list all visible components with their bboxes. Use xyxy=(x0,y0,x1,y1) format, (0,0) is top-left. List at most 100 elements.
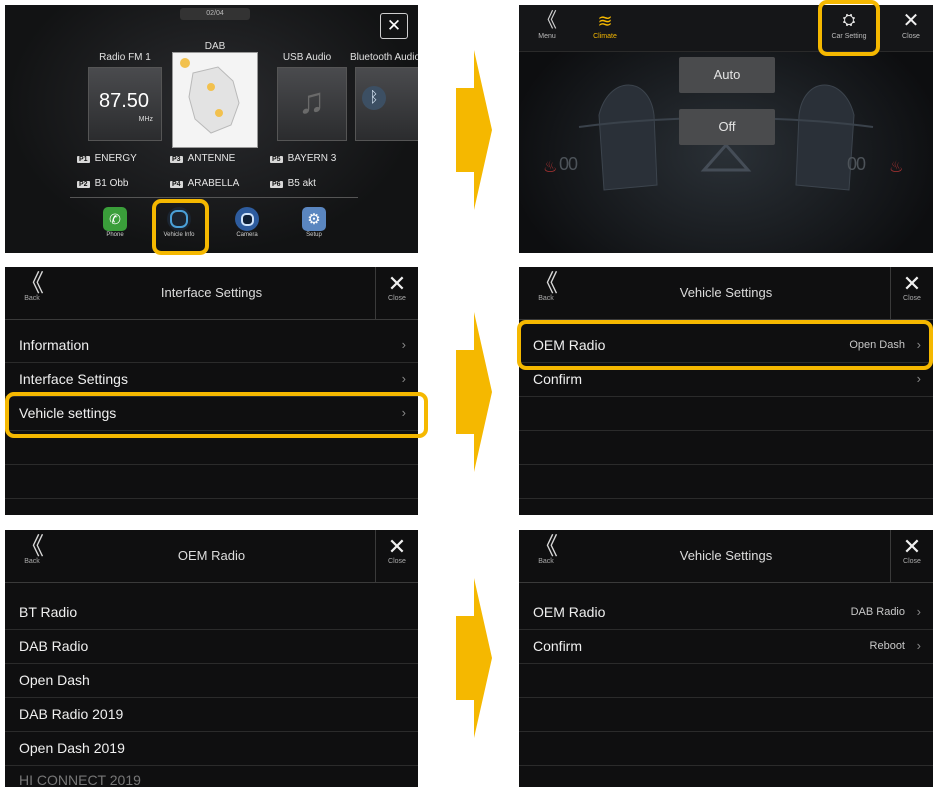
list-item-label: BT Radio xyxy=(19,604,78,620)
dock-divider xyxy=(70,197,358,198)
list-item-empty xyxy=(519,431,933,465)
list-item-open-dash-2019[interactable]: Open Dash 2019 xyxy=(5,732,418,766)
bavaria-map-icon xyxy=(180,58,240,134)
list-item-oem-radio[interactable]: OEM Radio DAB Radio › xyxy=(519,596,933,630)
chevron-right-icon: › xyxy=(916,604,921,619)
list-item-empty xyxy=(519,397,933,431)
interface-settings-screen: 《 Back Interface Settings ✕ Close Inform… xyxy=(5,267,418,515)
flow-arrow-right-icon xyxy=(456,312,492,472)
page-title: Interface Settings xyxy=(160,285,263,300)
auto-button[interactable]: Auto xyxy=(679,57,775,93)
list-item-label: OEM Radio xyxy=(533,604,606,620)
source-label-dab: DAB xyxy=(204,41,226,52)
double-chevron-left-icon: 《 xyxy=(20,533,44,560)
header: 《 Back OEM Radio ✕ Close xyxy=(5,530,418,583)
phone-icon: ✆ xyxy=(103,207,127,231)
list-item-label: Interface Settings xyxy=(19,371,128,387)
dock-camera-button[interactable]: Camera xyxy=(221,207,273,238)
list-item-empty xyxy=(519,698,933,732)
preset-number: P4 xyxy=(170,181,183,188)
double-chevron-left-icon: 《 xyxy=(534,270,558,297)
double-chevron-left-icon: 《 xyxy=(534,533,558,560)
chevron-right-icon: › xyxy=(916,371,921,386)
header: 《 Back Vehicle Settings ✕ Close xyxy=(519,267,933,320)
left-fan-level[interactable]: 00 xyxy=(559,154,578,175)
back-button[interactable]: 《 Back xyxy=(15,533,49,566)
list-item-information[interactable]: Information › xyxy=(5,329,418,363)
preset-number: P2 xyxy=(77,181,90,188)
list-item-value: DAB Radio xyxy=(850,606,905,618)
page-title: Vehicle Settings xyxy=(679,548,773,563)
list-item-open-dash[interactable]: Open Dash xyxy=(5,664,418,698)
preset-name: BAYERN 3 xyxy=(287,153,337,164)
back-button[interactable]: 《 Back xyxy=(15,270,49,303)
frequency-unit: MHz xyxy=(138,116,153,123)
oem-radio-screen: 《 Back OEM Radio ✕ Close BT Radio DAB Ra… xyxy=(5,530,418,787)
left-seat-heat-icon: ♨ xyxy=(543,159,558,176)
preset-name: B1 Obb xyxy=(94,178,129,189)
preset-p2[interactable]: P2 B1 Obb xyxy=(77,178,128,189)
list-item-label: DAB Radio 2019 xyxy=(19,706,124,722)
highlight-car-setting xyxy=(818,0,880,56)
list-item-label: Open Dash xyxy=(19,672,90,688)
right-fan-level[interactable]: 00 xyxy=(847,154,866,175)
preset-number: P3 xyxy=(170,156,183,163)
source-label-usb: USB Audio xyxy=(282,52,332,63)
close-button[interactable]: ✕ xyxy=(380,13,408,39)
bluetooth-audio-tile[interactable]: ᛒ xyxy=(355,67,418,141)
close-label: Close xyxy=(903,558,921,565)
preset-p4[interactable]: P4 ARABELLA xyxy=(170,178,239,189)
list-item-confirm[interactable]: Confirm Reboot › xyxy=(519,630,933,664)
preset-p5[interactable]: P5 BAYERN 3 xyxy=(270,153,336,164)
flow-arrow-right-icon xyxy=(456,578,492,738)
list-item-bt-radio[interactable]: BT Radio xyxy=(5,596,418,630)
list-item-empty xyxy=(519,465,933,499)
preset-p3[interactable]: P3 ANTENNE xyxy=(170,153,235,164)
home-screen: 02/04 ✕ Radio FM 1 DAB USB Audio Bluetoo… xyxy=(5,5,418,253)
header: 《 Back Interface Settings ✕ Close xyxy=(5,267,418,320)
list-item-label: Open Dash 2019 xyxy=(19,740,125,756)
dock-label: Phone xyxy=(106,232,124,238)
dock-setup-button[interactable]: ⚙ Setup xyxy=(288,207,340,238)
list-item-label: Information xyxy=(19,337,90,353)
close-button[interactable]: ✕ Close xyxy=(890,267,933,319)
list-item-value: Reboot xyxy=(869,640,905,652)
source-label-radio: Radio FM 1 xyxy=(99,52,151,63)
dab-map-tile[interactable] xyxy=(172,52,258,148)
list-item-label: Confirm xyxy=(533,371,583,387)
close-label: Close xyxy=(388,558,406,565)
off-button[interactable]: Off xyxy=(679,109,775,145)
usb-audio-tile[interactable]: ♫ xyxy=(277,67,347,141)
double-chevron-left-icon: 《 xyxy=(20,270,44,297)
page-title: OEM Radio xyxy=(177,548,246,563)
music-note-icon: ♫ xyxy=(298,80,325,121)
preset-p6[interactable]: P6 B5 akt xyxy=(270,178,316,189)
list-item-label: DAB Radio xyxy=(19,638,89,654)
list-item-hi-connect-2019[interactable]: HI CONNECT 2019 xyxy=(5,766,418,787)
preset-name: ANTENNE xyxy=(187,153,236,164)
back-button[interactable]: 《 Back xyxy=(529,270,563,303)
back-button[interactable]: 《 Back xyxy=(529,533,563,566)
close-button[interactable]: ✕ Close xyxy=(375,267,418,319)
vehicle-settings-result-screen: 《 Back Vehicle Settings ✕ Close OEM Radi… xyxy=(519,530,933,787)
preset-p1[interactable]: P1 ENERGY xyxy=(77,153,137,164)
preset-name: ARABELLA xyxy=(187,178,240,189)
preset-name: B5 akt xyxy=(287,178,316,189)
preset-number: P1 xyxy=(77,156,90,163)
chevron-right-icon: › xyxy=(401,371,406,386)
close-button[interactable]: ✕ Close xyxy=(375,530,418,582)
frequency-value: 87.50 xyxy=(99,90,150,112)
dock-phone-button[interactable]: ✆ Phone xyxy=(89,207,141,238)
chevron-right-icon: › xyxy=(916,638,921,653)
source-label-bluetooth: Bluetooth Audio xyxy=(349,52,418,63)
page-title: Vehicle Settings xyxy=(679,285,773,300)
list-item-dab-radio[interactable]: DAB Radio xyxy=(5,630,418,664)
close-button[interactable]: ✕ Close xyxy=(890,530,933,582)
preset-name: ENERGY xyxy=(94,153,137,164)
chevron-right-icon: › xyxy=(401,337,406,352)
radio-tile[interactable]: 87.50 MHz xyxy=(88,67,162,141)
list-item-empty xyxy=(519,664,933,698)
close-label: Close xyxy=(388,295,406,302)
page-indicator: 02/04 xyxy=(180,8,250,20)
list-item-dab-radio-2019[interactable]: DAB Radio 2019 xyxy=(5,698,418,732)
